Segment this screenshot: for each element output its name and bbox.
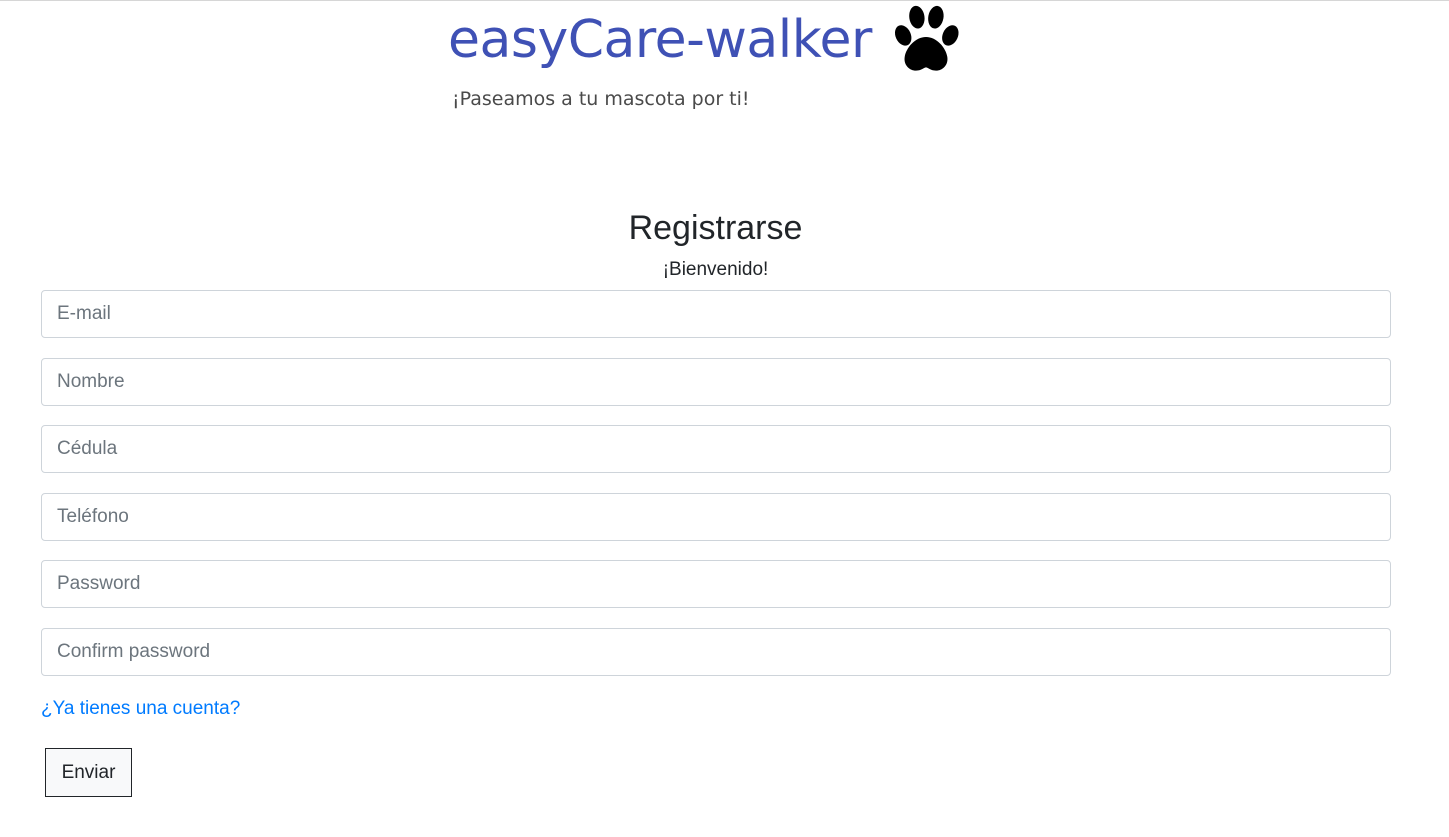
password-input[interactable] xyxy=(41,560,1391,608)
brand-name: easyCare-walker xyxy=(448,10,872,70)
brand-tagline: ¡Paseamos a tu mascota por ti! xyxy=(452,88,750,110)
paw-icon xyxy=(894,5,959,71)
name-input[interactable] xyxy=(41,358,1391,406)
id-number-input[interactable] xyxy=(41,425,1391,473)
confirm-password-input[interactable] xyxy=(41,628,1391,676)
phone-input[interactable] xyxy=(41,493,1391,541)
page-title: Registrarse xyxy=(628,209,803,247)
email-input[interactable] xyxy=(41,290,1391,338)
brand-header: easyCare-walker xyxy=(448,0,964,80)
submit-button[interactable]: Enviar xyxy=(45,748,132,797)
welcome-text: ¡Bienvenido! xyxy=(662,259,769,280)
login-link[interactable]: ¿Ya tienes una cuenta? xyxy=(41,696,240,722)
